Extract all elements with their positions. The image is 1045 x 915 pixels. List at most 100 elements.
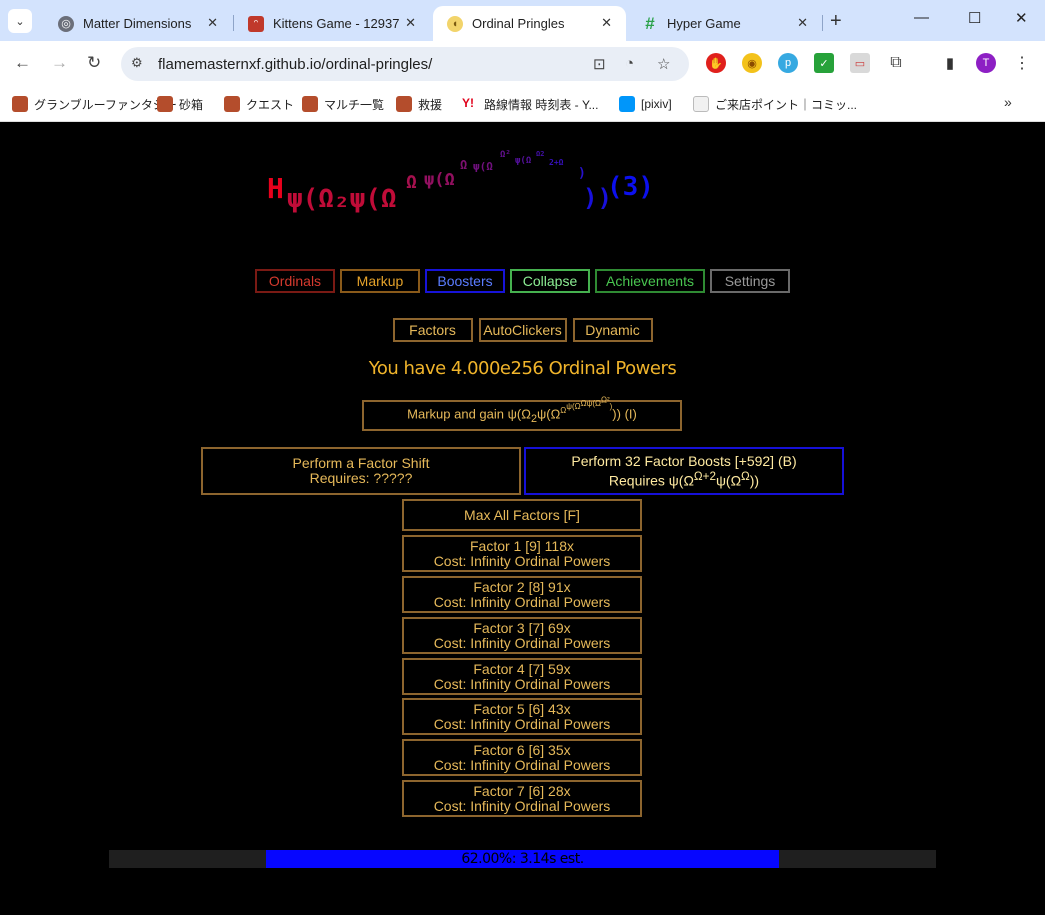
factor-shift-button[interactable]: Perform a Factor Shift Requires: ????? — [201, 447, 521, 495]
close-tab-icon[interactable]: ✕ — [797, 15, 808, 31]
max-all-factors-button[interactable]: Max All Factors [F] — [402, 499, 642, 531]
browser-tabstrip: ⌄ ◎ Matter Dimensions ✕ ᵔ Kittens Game -… — [0, 0, 1045, 41]
progress-label: 62.00%: 3.14s est. — [461, 851, 584, 867]
more-menu-icon[interactable]: ⋮ — [1012, 53, 1032, 73]
tab-achievements[interactable]: Achievements — [595, 269, 705, 293]
subtab-dynamic[interactable]: Dynamic — [572, 318, 653, 342]
tab-title: Kittens Game - 12937 ... — [273, 16, 403, 31]
ordinal-body: ψ(Ω₂ψ(Ω — [287, 184, 397, 214]
factor-cost: Cost: Infinity Ordinal Powers — [433, 552, 611, 569]
tab-markup[interactable]: Markup — [340, 269, 420, 293]
profile-avatar[interactable]: T — [976, 53, 996, 73]
bookmark-item[interactable]: 砂箱 — [157, 94, 203, 114]
translate-icon[interactable]: ⊡ — [593, 55, 606, 73]
bookmark-item[interactable]: マルチ一覧 — [302, 94, 384, 114]
url-text[interactable]: flamemasternxf.github.io/ordinal-pringle… — [158, 56, 432, 73]
ordinal-exp-8: 2+Ω — [549, 158, 564, 167]
reload-icon[interactable]: ↻ — [87, 53, 101, 73]
ordinal-exp-1: Ω — [406, 172, 417, 193]
factor-title: Factor 1 [9] 118x — [469, 537, 574, 554]
factor-title: Factor 7 [6] 28x — [473, 782, 571, 799]
subtab-factors[interactable]: Factors — [392, 318, 473, 342]
factor-4-button[interactable]: Factor 4 [7] 59x Cost: Infinity Ordinal … — [402, 658, 642, 695]
maximize-icon[interactable]: ☐ — [968, 9, 981, 27]
factor-title: Factor 4 [7] 59x — [473, 660, 571, 677]
extension-coin-icon[interactable]: ◉ — [742, 53, 762, 73]
shop-icon — [693, 96, 709, 112]
game-page: H ψ(Ω₂ψ(Ω Ω ψ(Ω Ω ψ(Ω Ω² ψ(Ω Ω2 2+Ω ) ))… — [0, 122, 1045, 915]
minimize-icon[interactable]: — — [914, 9, 929, 26]
site-info-icon[interactable]: ⚙ — [131, 55, 149, 73]
factor-cost: Cost: Infinity Ordinal Powers — [433, 715, 611, 732]
factor-7-button[interactable]: Factor 7 [6] 28x Cost: Infinity Ordinal … — [402, 780, 642, 817]
browser-tab-hyper-game[interactable]: # Hyper Game ✕ — [628, 6, 822, 41]
extension-stop-icon[interactable]: ✋ — [706, 53, 726, 73]
bookmark-item[interactable]: [pixiv] — [619, 94, 672, 114]
browser-tab-ordinal-pringles[interactable]: ◖ Ordinal Pringles ✕ — [433, 6, 626, 41]
close-tab-icon[interactable]: ✕ — [601, 15, 612, 31]
hash-favicon-icon: # — [645, 13, 655, 33]
performance-icon[interactable]: ◔ — [625, 55, 634, 72]
ordinal-exp-3: Ω — [460, 158, 468, 172]
tab-title: Hyper Game — [667, 16, 741, 31]
bookmark-favicon-icon — [157, 96, 173, 112]
tab-ordinals[interactable]: Ordinals — [255, 269, 335, 293]
ordinal-exp-2: ψ(Ω — [424, 170, 455, 190]
factor-cost: Cost: Infinity Ordinal Powers — [433, 797, 611, 814]
tab-title: Matter Dimensions — [83, 16, 192, 31]
close-tab-icon[interactable]: ✕ — [207, 15, 218, 31]
extensions-puzzle-icon[interactable]: ⧉ — [886, 53, 906, 73]
side-panel-icon[interactable]: ▮ — [940, 53, 960, 73]
markup-button[interactable]: Markup and gain ψ(Ω2ψ(ΩΩψ(ΩΩψ(ΩΩ²))) (I) — [362, 395, 682, 431]
extension-cast-icon[interactable]: ▭ — [850, 53, 870, 73]
bookmark-item[interactable]: クエスト — [224, 94, 294, 114]
bookmark-star-icon[interactable]: ☆ — [657, 55, 670, 73]
factor-cost: Cost: Infinity Ordinal Powers — [433, 675, 611, 692]
tab-collapse[interactable]: Collapse — [510, 269, 590, 293]
extension-check-icon[interactable]: ✓ — [814, 53, 834, 73]
close-window-icon[interactable]: ✕ — [1015, 9, 1028, 27]
factor-cost: Cost: Infinity Ordinal Powers — [433, 593, 611, 610]
bookmark-item[interactable]: 救援 — [396, 94, 442, 114]
ordinal-exp-5: Ω² — [500, 150, 511, 160]
bookmark-item[interactable]: グランブルーファンタジー — [12, 94, 177, 114]
factor-2-button[interactable]: Factor 2 [8] 91x Cost: Infinity Ordinal … — [402, 576, 642, 613]
factor-title: Factor 5 [6] 43x — [473, 700, 571, 717]
factor-boost-button[interactable]: Perform 32 Factor Boosts [+592] (B) Requ… — [524, 447, 844, 495]
markup-button-label: Markup and gain ψ(Ω2ψ(ΩΩψ(ΩΩψ(ΩΩ²))) (I) — [407, 395, 637, 425]
tab-boosters[interactable]: Boosters — [425, 269, 505, 293]
tab-title: Ordinal Pringles — [472, 16, 565, 31]
back-icon[interactable]: ← — [14, 53, 31, 73]
matter-dimensions-favicon-icon: ◎ — [58, 15, 74, 32]
factor-5-button[interactable]: Factor 5 [6] 43x Cost: Infinity Ordinal … — [402, 698, 642, 735]
factor-shift-label: Perform a Factor Shift — [292, 455, 430, 471]
bookmark-favicon-icon — [224, 96, 240, 112]
ordinal-progress-bar: 62.00%: 3.14s est. — [109, 850, 936, 868]
factor-6-button[interactable]: Factor 6 [6] 35x Cost: Infinity Ordinal … — [402, 739, 642, 776]
browser-tab-kittens-game[interactable]: ᵔ Kittens Game - 12937 ... ✕ — [234, 6, 430, 41]
browser-tab-matter-dimensions[interactable]: ◎ Matter Dimensions ✕ — [44, 6, 232, 41]
factor-title: Factor 3 [7] 69x — [473, 619, 571, 636]
subtab-autoclickers[interactable]: AutoClickers — [478, 318, 567, 342]
more-bookmarks-icon[interactable]: » — [1004, 94, 1012, 110]
forward-icon[interactable]: → — [51, 53, 68, 73]
bookmark-item[interactable]: ご来店ポイント｜コミッ... — [693, 94, 857, 114]
factor-shift-requirement: Requires: ????? — [309, 470, 413, 486]
extension-p-icon[interactable]: p — [778, 53, 798, 73]
ordinal-powers-text: You have 4.000e256 Ordinal Powers — [368, 358, 677, 379]
tab-settings[interactable]: Settings — [710, 269, 790, 293]
factor-boost-label: Perform 32 Factor Boosts [+592] (B) — [571, 452, 797, 469]
yahoo-icon: Y! — [462, 96, 474, 110]
factor-cost: Cost: Infinity Ordinal Powers — [433, 634, 611, 651]
factor-1-button[interactable]: Factor 1 [9] 118x Cost: Infinity Ordinal… — [402, 535, 642, 572]
bookmark-item[interactable]: Y! 路線情報 時刻表 - Y... — [462, 94, 598, 114]
address-bar[interactable]: ⚙ flamemasternxf.github.io/ordinal-pring… — [121, 47, 689, 81]
ordinal-tail-1: ) — [578, 166, 586, 181]
bookmarks-bar: グランブルーファンタジー 砂箱 クエスト マルチ一覧 救援 Y! 路線情報 時刻表… — [0, 87, 1045, 122]
factor-3-button[interactable]: Factor 3 [7] 69x Cost: Infinity Ordinal … — [402, 617, 642, 654]
tab-search-icon[interactable]: ⌄ — [8, 9, 32, 33]
new-tab-icon[interactable]: + — [830, 10, 842, 33]
close-tab-icon[interactable]: ✕ — [405, 15, 416, 31]
browser-toolbar: ← → ↻ ⚙ flamemasternxf.github.io/ordinal… — [0, 41, 1045, 87]
ordinal-index: (3) — [607, 172, 654, 202]
